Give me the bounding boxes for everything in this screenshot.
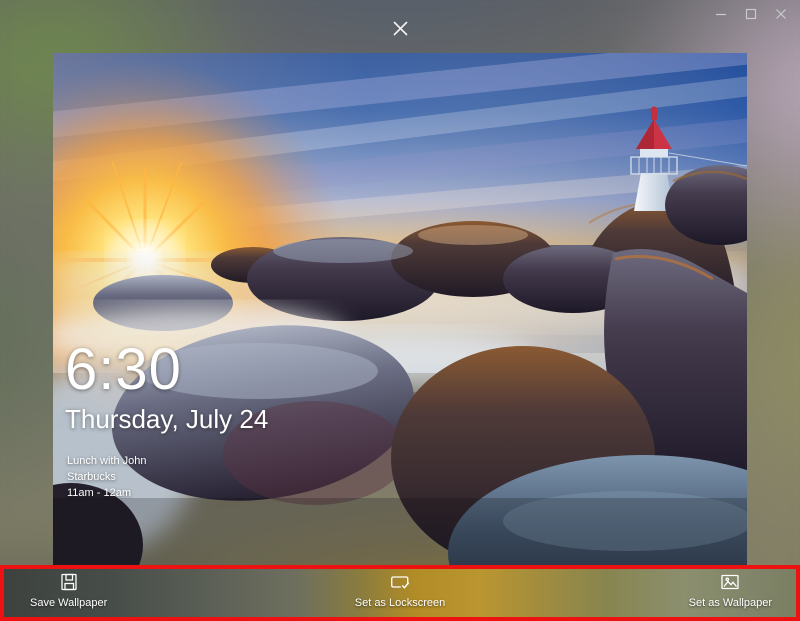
event-title: Lunch with John <box>67 453 147 469</box>
close-icon <box>775 8 787 20</box>
save-wallpaper-button[interactable]: Save Wallpaper <box>30 571 107 615</box>
lockscreen-preview: 6:30 Thursday, July 24 Lunch with John S… <box>53 53 747 570</box>
minimize-icon <box>715 8 727 20</box>
set-as-lockscreen-button[interactable]: Set as Lockscreen <box>355 571 446 615</box>
maximize-icon <box>745 8 757 20</box>
maximize-button[interactable] <box>736 0 766 28</box>
window-controls <box>706 0 796 28</box>
minimize-button[interactable] <box>706 0 736 28</box>
command-bar: Save Wallpaper Set as Lockscreen Set as … <box>0 565 800 621</box>
event-location: Starbucks <box>67 469 147 485</box>
calendar-event: Lunch with John Starbucks 11am - 12am <box>67 453 147 501</box>
titlebar <box>0 0 800 32</box>
save-icon <box>58 571 80 593</box>
lighthouse-photo <box>53 53 747 570</box>
set-wallpaper-icon <box>719 571 741 593</box>
set-as-lockscreen-label: Set as Lockscreen <box>355 597 446 610</box>
clock-date: Thursday, July 24 <box>65 403 268 435</box>
lockscreen-clock: 6:30 Thursday, July 24 <box>65 341 268 435</box>
save-wallpaper-label: Save Wallpaper <box>30 597 107 610</box>
close-window-button[interactable] <box>766 0 796 28</box>
clock-time: 6:30 <box>65 341 268 399</box>
app-window: 6:30 Thursday, July 24 Lunch with John S… <box>0 0 800 621</box>
set-lockscreen-icon <box>389 571 411 593</box>
event-time-range: 11am - 12am <box>67 485 147 501</box>
set-as-wallpaper-button[interactable]: Set as Wallpaper <box>689 571 772 615</box>
set-as-wallpaper-label: Set as Wallpaper <box>689 597 772 610</box>
